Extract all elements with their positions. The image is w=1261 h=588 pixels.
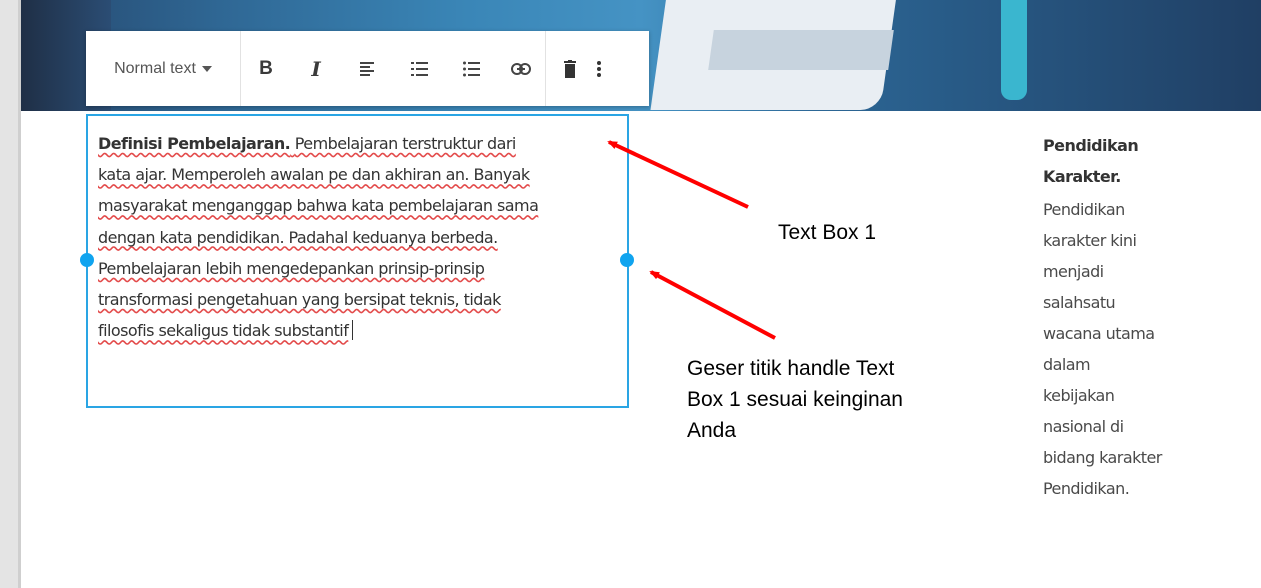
arrow-to-handle (649, 270, 776, 340)
arrow-to-text-box (607, 140, 749, 209)
annotation-arrows (607, 140, 776, 340)
